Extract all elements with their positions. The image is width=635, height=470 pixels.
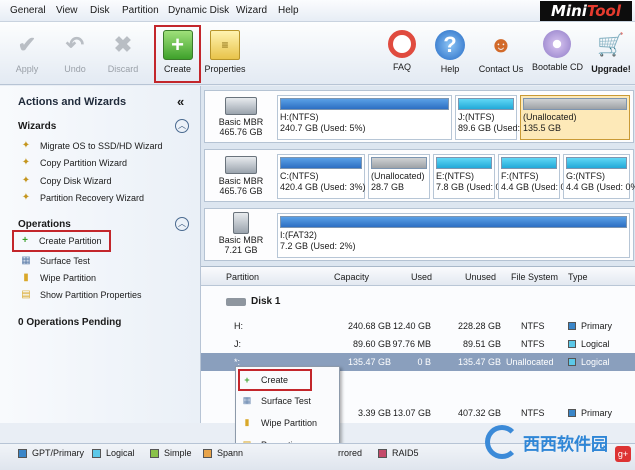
- partition-i[interactable]: I:(FAT32) 7.2 GB (Used: 2%): [277, 213, 630, 258]
- partition-h[interactable]: H:(NTFS) 240.7 GB (Used: 5%): [277, 95, 452, 140]
- partition-j[interactable]: J:(NTFS) 89.6 GB (Used: 0%): [455, 95, 539, 140]
- plus-icon: +: [244, 375, 250, 385]
- help-icon: ?: [435, 30, 465, 60]
- context-wipe-partition[interactable]: ▮ Wipe Partition: [241, 417, 318, 428]
- sidebar-item-copy-disk[interactable]: ✦ Copy Disk Wizard: [20, 175, 112, 187]
- disk-2-row[interactable]: Basic MBR 465.76 GB C:(NTFS) 420.4 GB (Use…: [204, 149, 635, 202]
- legend-gpt-primary: GPT/Primary: [18, 448, 84, 458]
- menu-wizard[interactable]: Wizard: [236, 5, 267, 16]
- legend-raid5: RAID5: [378, 448, 419, 458]
- minitool-logo: MiniTool: [540, 1, 632, 21]
- disk-icon: [226, 298, 246, 306]
- sidebar-item-migrate-os[interactable]: ✦ Migrate OS to SSD/HD Wizard: [20, 140, 163, 152]
- menu-dynamic-disk[interactable]: Dynamic Disk: [168, 5, 229, 16]
- wizards-heading: Wizards: [18, 121, 57, 132]
- legend-mirrored: rrored: [338, 448, 363, 458]
- operations-collapse-icon[interactable]: ︿: [175, 217, 189, 231]
- disk-3-row[interactable]: Basic MBR 7.21 GB I:(FAT32) 7.2 GB (Used: …: [204, 208, 634, 261]
- menu-view[interactable]: View: [56, 5, 78, 16]
- wizard-wand-icon: ✦: [21, 175, 31, 186]
- hard-disk-icon: [225, 97, 257, 115]
- sidebar-item-partition-recovery[interactable]: ✦ Partition Recovery Wizard: [20, 192, 144, 204]
- contact-us-button[interactable]: ☻ Contact Us: [478, 26, 524, 82]
- sidebar-title: Actions and Wizards: [18, 96, 127, 108]
- properties-icon: ≡: [210, 30, 240, 60]
- partition-f[interactable]: F:(NTFS) 4.4 GB (Used: 0%): [498, 154, 577, 199]
- menu-help[interactable]: Help: [278, 5, 299, 16]
- undo-icon: ↶: [65, 32, 85, 57]
- partition-g[interactable]: G:(NTFS) 4.4 GB (Used: 0%): [563, 154, 635, 199]
- plus-icon: +: [22, 235, 28, 246]
- create-partition-icon: +: [162, 30, 193, 60]
- help-button[interactable]: ? Help: [428, 26, 472, 82]
- properties-button[interactable]: ≡ Properties: [203, 26, 247, 82]
- table-header: Partition Capacity Used Unused File Syst…: [201, 267, 635, 286]
- menu-disk[interactable]: Disk: [90, 5, 109, 16]
- wizards-collapse-icon[interactable]: ︿: [175, 119, 189, 133]
- partition-unallocated[interactable]: (Unallocated) 135.5 GB: [520, 95, 630, 140]
- wizard-wand-icon: ✦: [21, 140, 31, 151]
- discard-button[interactable]: ✖ Discard: [101, 26, 145, 82]
- wipe-icon: ▮: [244, 417, 250, 427]
- disk-2-info: Basic MBR 465.76 GB: [207, 150, 275, 201]
- disk-1-group[interactable]: Disk 1: [201, 292, 635, 310]
- disk-3-info: Basic MBR 7.21 GB: [207, 209, 275, 260]
- discard-icon: ✖: [113, 32, 133, 57]
- watermark-c-icon: [485, 425, 519, 459]
- context-surface-test[interactable]: ▦ Surface Test: [241, 395, 311, 406]
- partition-e[interactable]: E:(NTFS) 7.8 GB (Used: 0%): [433, 154, 512, 199]
- legend-logical: Logical: [92, 448, 135, 458]
- sidebar-item-wipe-partition[interactable]: ▮ Wipe Partition: [20, 272, 96, 284]
- sidebar-item-show-properties[interactable]: ▤ Show Partition Properties: [20, 289, 141, 301]
- lifebuoy-icon: [388, 30, 416, 58]
- disk-1-row[interactable]: Basic MBR 465.76 GB H:(NTFS) 240.7 GB (Use…: [204, 90, 634, 143]
- upgrade-button[interactable]: 🛒 Upgrade!: [588, 26, 634, 82]
- collapse-double-chevron-icon[interactable]: «: [177, 94, 184, 109]
- context-create[interactable]: + Create: [238, 369, 312, 391]
- table-row[interactable]: H: 240.68 GB 12.40 GB 228.28 GB NTFS Primary: [201, 317, 635, 335]
- toolbar: ✔ Apply ↶ Undo ✖ Discard + Create ≡ Propertie…: [0, 22, 635, 85]
- table-row[interactable]: J: 89.60 GB 97.76 MB 89.51 GB NTFS Logical: [201, 335, 635, 353]
- create-button[interactable]: + Create: [154, 25, 201, 83]
- menu-partition[interactable]: Partition: [122, 5, 159, 16]
- operations-heading: Operations: [18, 219, 71, 230]
- wizard-wand-icon: ✦: [21, 192, 31, 203]
- cd-icon: [543, 30, 571, 58]
- sidebar-item-create-partition[interactable]: + Create Partition: [12, 230, 111, 252]
- undo-button[interactable]: ↶ Undo: [53, 26, 97, 82]
- wizard-wand-icon: ✦: [21, 157, 31, 168]
- menu-bar: General View Disk Partition Dynamic Disk…: [0, 0, 635, 22]
- usb-drive-icon: [233, 212, 249, 234]
- partition-c[interactable]: C:(NTFS) 420.4 GB (Used: 3%): [277, 154, 366, 199]
- bootable-cd-button[interactable]: Bootable CD: [532, 26, 583, 82]
- menu-general[interactable]: General: [10, 5, 46, 16]
- faq-button[interactable]: FAQ: [380, 26, 424, 82]
- sidebar-item-copy-partition[interactable]: ✦ Copy Partition Wizard: [20, 157, 127, 169]
- wipe-icon: ▮: [23, 272, 29, 283]
- legend-spanned: Spann: [203, 448, 243, 458]
- sidebar: Actions and Wizards « Wizards ︿ ✦ Migrate…: [0, 86, 201, 423]
- properties-icon: ▤: [21, 289, 31, 300]
- google-plus-icon: g+: [615, 446, 631, 462]
- sidebar-item-surface-test[interactable]: ▦ Surface Test: [20, 255, 90, 267]
- partition-unallocated-2[interactable]: (Unallocated) 28.7 GB: [368, 154, 430, 199]
- contact-person-icon: ☻: [489, 32, 513, 57]
- watermark-logo: 西西软件园 g+: [465, 420, 635, 470]
- check-icon: ✔: [17, 32, 37, 57]
- shopping-cart-icon: 🛒: [597, 32, 625, 57]
- disk-1-info: Basic MBR 465.76 GB: [207, 91, 275, 142]
- legend-simple: Simple: [150, 448, 192, 458]
- operations-pending: 0 Operations Pending: [18, 317, 122, 328]
- surface-test-icon: ▦: [242, 395, 252, 405]
- surface-test-icon: ▦: [21, 255, 31, 266]
- apply-button[interactable]: ✔ Apply: [5, 26, 49, 82]
- hard-disk-icon: [225, 156, 257, 174]
